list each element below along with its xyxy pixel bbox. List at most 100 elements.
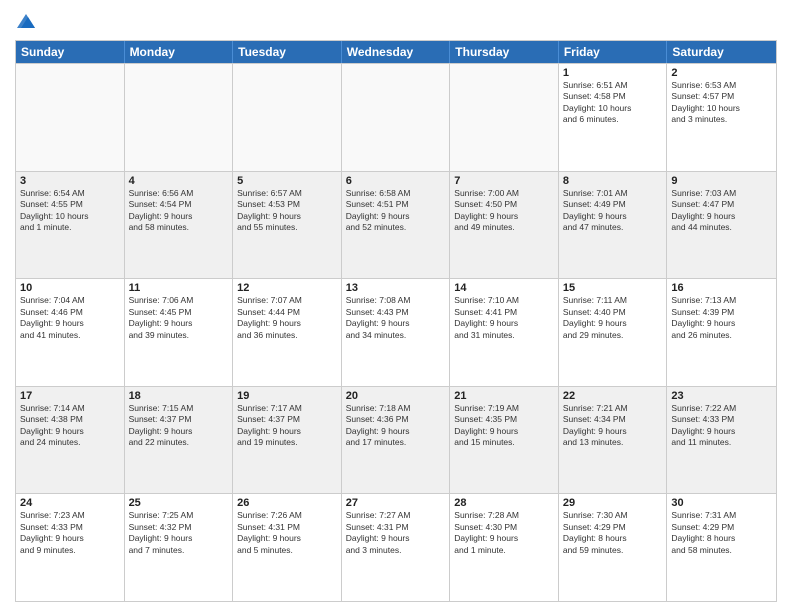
day-number: 10 <box>20 282 120 294</box>
day-detail: Sunrise: 7:31 AM Sunset: 4:29 PM Dayligh… <box>671 510 772 556</box>
day-number: 19 <box>237 390 337 402</box>
day-cell: 30Sunrise: 7:31 AM Sunset: 4:29 PM Dayli… <box>667 494 776 601</box>
day-detail: Sunrise: 7:27 AM Sunset: 4:31 PM Dayligh… <box>346 510 446 556</box>
weekday-header: Wednesday <box>342 41 451 63</box>
day-cell: 6Sunrise: 6:58 AM Sunset: 4:51 PM Daylig… <box>342 172 451 279</box>
day-cell: 27Sunrise: 7:27 AM Sunset: 4:31 PM Dayli… <box>342 494 451 601</box>
day-detail: Sunrise: 7:17 AM Sunset: 4:37 PM Dayligh… <box>237 403 337 449</box>
day-cell: 9Sunrise: 7:03 AM Sunset: 4:47 PM Daylig… <box>667 172 776 279</box>
day-detail: Sunrise: 7:07 AM Sunset: 4:44 PM Dayligh… <box>237 295 337 341</box>
day-number: 25 <box>129 497 229 509</box>
day-detail: Sunrise: 7:11 AM Sunset: 4:40 PM Dayligh… <box>563 295 663 341</box>
day-detail: Sunrise: 7:00 AM Sunset: 4:50 PM Dayligh… <box>454 188 554 234</box>
day-detail: Sunrise: 6:54 AM Sunset: 4:55 PM Dayligh… <box>20 188 120 234</box>
day-number: 27 <box>346 497 446 509</box>
day-cell: 12Sunrise: 7:07 AM Sunset: 4:44 PM Dayli… <box>233 279 342 386</box>
day-number: 16 <box>671 282 772 294</box>
day-cell: 13Sunrise: 7:08 AM Sunset: 4:43 PM Dayli… <box>342 279 451 386</box>
day-cell: 23Sunrise: 7:22 AM Sunset: 4:33 PM Dayli… <box>667 387 776 494</box>
day-detail: Sunrise: 7:30 AM Sunset: 4:29 PM Dayligh… <box>563 510 663 556</box>
day-cell: 16Sunrise: 7:13 AM Sunset: 4:39 PM Dayli… <box>667 279 776 386</box>
day-number: 24 <box>20 497 120 509</box>
day-number: 26 <box>237 497 337 509</box>
day-number: 18 <box>129 390 229 402</box>
day-detail: Sunrise: 7:10 AM Sunset: 4:41 PM Dayligh… <box>454 295 554 341</box>
day-detail: Sunrise: 6:53 AM Sunset: 4:57 PM Dayligh… <box>671 80 772 126</box>
day-cell: 28Sunrise: 7:28 AM Sunset: 4:30 PM Dayli… <box>450 494 559 601</box>
day-number: 4 <box>129 175 229 187</box>
day-cell: 10Sunrise: 7:04 AM Sunset: 4:46 PM Dayli… <box>16 279 125 386</box>
day-detail: Sunrise: 7:14 AM Sunset: 4:38 PM Dayligh… <box>20 403 120 449</box>
empty-cell <box>233 64 342 171</box>
day-cell: 26Sunrise: 7:26 AM Sunset: 4:31 PM Dayli… <box>233 494 342 601</box>
calendar-body: 1Sunrise: 6:51 AM Sunset: 4:58 PM Daylig… <box>16 63 776 601</box>
logo <box>15 10 39 32</box>
day-detail: Sunrise: 7:04 AM Sunset: 4:46 PM Dayligh… <box>20 295 120 341</box>
day-detail: Sunrise: 7:25 AM Sunset: 4:32 PM Dayligh… <box>129 510 229 556</box>
day-cell: 1Sunrise: 6:51 AM Sunset: 4:58 PM Daylig… <box>559 64 668 171</box>
day-cell: 19Sunrise: 7:17 AM Sunset: 4:37 PM Dayli… <box>233 387 342 494</box>
day-detail: Sunrise: 7:13 AM Sunset: 4:39 PM Dayligh… <box>671 295 772 341</box>
day-number: 6 <box>346 175 446 187</box>
day-number: 3 <box>20 175 120 187</box>
day-cell: 24Sunrise: 7:23 AM Sunset: 4:33 PM Dayli… <box>16 494 125 601</box>
empty-cell <box>342 64 451 171</box>
calendar-row: 24Sunrise: 7:23 AM Sunset: 4:33 PM Dayli… <box>16 493 776 601</box>
day-number: 29 <box>563 497 663 509</box>
day-number: 11 <box>129 282 229 294</box>
weekday-header: Tuesday <box>233 41 342 63</box>
day-number: 17 <box>20 390 120 402</box>
day-cell: 8Sunrise: 7:01 AM Sunset: 4:49 PM Daylig… <box>559 172 668 279</box>
calendar-header: SundayMondayTuesdayWednesdayThursdayFrid… <box>16 41 776 63</box>
day-detail: Sunrise: 7:08 AM Sunset: 4:43 PM Dayligh… <box>346 295 446 341</box>
calendar-row: 17Sunrise: 7:14 AM Sunset: 4:38 PM Dayli… <box>16 386 776 494</box>
day-cell: 17Sunrise: 7:14 AM Sunset: 4:38 PM Dayli… <box>16 387 125 494</box>
day-cell: 25Sunrise: 7:25 AM Sunset: 4:32 PM Dayli… <box>125 494 234 601</box>
day-cell: 14Sunrise: 7:10 AM Sunset: 4:41 PM Dayli… <box>450 279 559 386</box>
day-cell: 11Sunrise: 7:06 AM Sunset: 4:45 PM Dayli… <box>125 279 234 386</box>
day-cell: 22Sunrise: 7:21 AM Sunset: 4:34 PM Dayli… <box>559 387 668 494</box>
day-number: 2 <box>671 67 772 79</box>
page: SundayMondayTuesdayWednesdayThursdayFrid… <box>0 0 792 612</box>
day-detail: Sunrise: 7:01 AM Sunset: 4:49 PM Dayligh… <box>563 188 663 234</box>
day-cell: 21Sunrise: 7:19 AM Sunset: 4:35 PM Dayli… <box>450 387 559 494</box>
day-detail: Sunrise: 7:19 AM Sunset: 4:35 PM Dayligh… <box>454 403 554 449</box>
day-detail: Sunrise: 6:58 AM Sunset: 4:51 PM Dayligh… <box>346 188 446 234</box>
day-cell: 4Sunrise: 6:56 AM Sunset: 4:54 PM Daylig… <box>125 172 234 279</box>
day-detail: Sunrise: 7:28 AM Sunset: 4:30 PM Dayligh… <box>454 510 554 556</box>
day-detail: Sunrise: 6:57 AM Sunset: 4:53 PM Dayligh… <box>237 188 337 234</box>
logo-text <box>15 10 39 32</box>
day-cell: 7Sunrise: 7:00 AM Sunset: 4:50 PM Daylig… <box>450 172 559 279</box>
day-number: 9 <box>671 175 772 187</box>
day-detail: Sunrise: 7:23 AM Sunset: 4:33 PM Dayligh… <box>20 510 120 556</box>
day-cell: 15Sunrise: 7:11 AM Sunset: 4:40 PM Dayli… <box>559 279 668 386</box>
calendar-row: 1Sunrise: 6:51 AM Sunset: 4:58 PM Daylig… <box>16 63 776 171</box>
day-number: 20 <box>346 390 446 402</box>
weekday-header: Sunday <box>16 41 125 63</box>
day-detail: Sunrise: 6:51 AM Sunset: 4:58 PM Dayligh… <box>563 80 663 126</box>
day-detail: Sunrise: 7:26 AM Sunset: 4:31 PM Dayligh… <box>237 510 337 556</box>
day-number: 28 <box>454 497 554 509</box>
day-detail: Sunrise: 7:06 AM Sunset: 4:45 PM Dayligh… <box>129 295 229 341</box>
weekday-header: Thursday <box>450 41 559 63</box>
day-detail: Sunrise: 7:15 AM Sunset: 4:37 PM Dayligh… <box>129 403 229 449</box>
day-detail: Sunrise: 7:18 AM Sunset: 4:36 PM Dayligh… <box>346 403 446 449</box>
day-detail: Sunrise: 7:21 AM Sunset: 4:34 PM Dayligh… <box>563 403 663 449</box>
day-cell: 3Sunrise: 6:54 AM Sunset: 4:55 PM Daylig… <box>16 172 125 279</box>
weekday-header: Saturday <box>667 41 776 63</box>
day-number: 5 <box>237 175 337 187</box>
day-cell: 18Sunrise: 7:15 AM Sunset: 4:37 PM Dayli… <box>125 387 234 494</box>
day-number: 14 <box>454 282 554 294</box>
day-cell: 29Sunrise: 7:30 AM Sunset: 4:29 PM Dayli… <box>559 494 668 601</box>
day-detail: Sunrise: 6:56 AM Sunset: 4:54 PM Dayligh… <box>129 188 229 234</box>
calendar: SundayMondayTuesdayWednesdayThursdayFrid… <box>15 40 777 602</box>
calendar-row: 3Sunrise: 6:54 AM Sunset: 4:55 PM Daylig… <box>16 171 776 279</box>
day-number: 21 <box>454 390 554 402</box>
weekday-header: Friday <box>559 41 668 63</box>
empty-cell <box>16 64 125 171</box>
day-number: 12 <box>237 282 337 294</box>
day-number: 30 <box>671 497 772 509</box>
weekday-header: Monday <box>125 41 234 63</box>
day-cell: 2Sunrise: 6:53 AM Sunset: 4:57 PM Daylig… <box>667 64 776 171</box>
calendar-row: 10Sunrise: 7:04 AM Sunset: 4:46 PM Dayli… <box>16 278 776 386</box>
